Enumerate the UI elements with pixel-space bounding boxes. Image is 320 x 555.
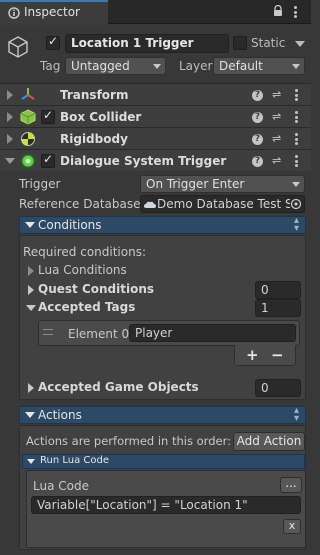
trigger-dropdown-value: On Trigger Enter xyxy=(146,177,245,191)
expand-icon xyxy=(28,285,34,295)
object-name-field[interactable]: Location 1 Trigger xyxy=(65,34,229,53)
inspector-icon xyxy=(8,7,20,19)
chevron-down-icon xyxy=(292,182,300,187)
required-conditions-label: Required conditions: xyxy=(23,245,146,259)
layer-dropdown-value: Default xyxy=(219,59,263,73)
static-checkbox[interactable] xyxy=(233,36,247,50)
box-collider-icon xyxy=(20,109,36,125)
component-name: Transform xyxy=(60,88,129,102)
accepted-game-objects-count[interactable]: 0 xyxy=(255,379,301,397)
quest-conditions-foldout[interactable]: Quest Conditions xyxy=(38,282,154,296)
conditions-panel: Required conditions: Lua Conditions Ques… xyxy=(19,235,306,400)
add-action-button[interactable]: Add Action xyxy=(233,432,305,451)
trigger-label: Trigger xyxy=(19,177,61,191)
lua-conditions-foldout[interactable]: Lua Conditions xyxy=(38,263,127,277)
element-0-field[interactable]: Player xyxy=(129,324,296,342)
tag-dropdown[interactable]: Untagged xyxy=(65,57,166,75)
tab-menu-icon[interactable] xyxy=(294,6,297,18)
component-name: Rigidbody xyxy=(60,132,128,146)
active-checkbox[interactable] xyxy=(46,34,60,50)
component-name: Box Collider xyxy=(60,110,142,124)
tag-label: Tag xyxy=(40,59,61,73)
dialogue-trigger-icon xyxy=(21,154,35,168)
gameobject-cube-icon xyxy=(6,35,30,59)
reference-database-value: Demo Database Test S xyxy=(157,197,293,211)
reorder-icon[interactable]: ▴ ▾ xyxy=(294,216,299,234)
add-element-button[interactable]: + xyxy=(246,346,259,364)
run-lua-code-box: Lua Code ... Variable["Location"] = "Loc… xyxy=(26,470,306,548)
component-transform[interactable]: Transform ? ⇌ xyxy=(0,83,311,105)
inspector-tab-label: Inspector xyxy=(24,5,80,19)
dialogue-trigger-enabled-checkbox[interactable] xyxy=(41,152,55,168)
component-menu-icon[interactable] xyxy=(295,111,298,123)
inspector-tab[interactable]: Inspector xyxy=(0,0,108,25)
accepted-tags-foldout[interactable]: Accepted Tags xyxy=(38,300,135,314)
presets-icon[interactable]: ⇌ xyxy=(272,89,284,100)
collapse-icon xyxy=(25,222,35,228)
component-menu-icon[interactable] xyxy=(295,155,298,167)
lua-wizard-button[interactable]: ... xyxy=(280,477,302,493)
help-icon[interactable]: ? xyxy=(252,156,263,167)
component-dialogue-system-trigger[interactable]: Dialogue System Trigger ? ⇌ xyxy=(0,149,311,171)
expand-icon xyxy=(7,112,13,122)
transform-icon xyxy=(20,87,36,103)
accepted-game-objects-foldout[interactable]: Accepted Game Objects xyxy=(38,380,199,394)
actions-header[interactable]: Actions ▴ ▾ xyxy=(19,406,306,424)
reference-database-label: Reference Database xyxy=(19,197,141,211)
remove-element-button[interactable]: − xyxy=(271,346,284,364)
expand-icon xyxy=(28,383,34,393)
actions-header-label: Actions xyxy=(38,408,82,422)
accepted-tags-count[interactable]: 1 xyxy=(255,299,301,317)
help-icon[interactable]: ? xyxy=(252,112,263,123)
list-footer: + − xyxy=(234,345,296,366)
rigidbody-icon xyxy=(20,131,36,147)
chevron-down-icon xyxy=(292,64,300,69)
static-label: Static xyxy=(251,36,286,50)
help-icon[interactable]: ? xyxy=(252,134,263,145)
presets-icon[interactable]: ⇌ xyxy=(272,155,284,166)
trigger-dropdown[interactable]: On Trigger Enter xyxy=(140,175,305,193)
drag-handle-icon[interactable] xyxy=(43,329,53,335)
chevron-down-icon xyxy=(153,64,161,69)
conditions-header[interactable]: Conditions ▴ ▾ xyxy=(19,216,306,234)
collapse-icon xyxy=(5,158,15,164)
object-picker-icon[interactable] xyxy=(290,198,302,210)
component-menu-icon[interactable] xyxy=(295,133,298,145)
lock-icon[interactable] xyxy=(273,4,283,17)
element-label: Element 0 xyxy=(68,327,130,341)
reorder-icon[interactable]: ▴ ▾ xyxy=(294,406,299,424)
remove-action-button[interactable]: x xyxy=(283,519,301,534)
layer-dropdown[interactable]: Default xyxy=(213,57,305,75)
presets-icon[interactable]: ⇌ xyxy=(272,133,284,144)
static-dropdown-icon[interactable] xyxy=(295,41,305,47)
actions-panel: Actions are performed in this order: Add… xyxy=(19,425,306,550)
expand-icon xyxy=(7,90,13,100)
layer-label: Layer xyxy=(179,59,213,73)
expand-icon xyxy=(28,266,34,276)
collapse-icon xyxy=(27,459,35,464)
actions-order-label: Actions are performed in this order: xyxy=(26,434,231,448)
lua-code-label: Lua Code xyxy=(33,479,89,493)
accepted-tags-list: Element 0 Player xyxy=(38,320,300,346)
help-icon[interactable]: ? xyxy=(252,90,263,101)
box-collider-enabled-checkbox[interactable] xyxy=(41,108,55,124)
run-lua-code-header[interactable]: Run Lua Code xyxy=(22,454,305,469)
quest-conditions-count[interactable]: 0 xyxy=(255,281,301,299)
conditions-header-label: Conditions xyxy=(38,218,102,232)
lua-code-field[interactable]: Variable["Location"] = "Location 1" xyxy=(31,496,301,514)
component-box-collider[interactable]: Box Collider ? ⇌ xyxy=(0,105,311,127)
database-icon xyxy=(144,199,156,209)
tag-dropdown-value: Untagged xyxy=(71,59,130,73)
run-lua-code-label: Run Lua Code xyxy=(40,455,109,466)
component-name: Dialogue System Trigger xyxy=(60,154,227,168)
component-menu-icon[interactable] xyxy=(295,89,298,101)
expand-icon xyxy=(7,134,13,144)
presets-icon[interactable]: ⇌ xyxy=(272,111,284,122)
collapse-icon xyxy=(26,305,36,311)
collapse-icon xyxy=(25,412,35,418)
reference-database-field[interactable]: Demo Database Test S xyxy=(140,195,305,213)
component-rigidbody[interactable]: Rigidbody ? ⇌ xyxy=(0,127,311,149)
